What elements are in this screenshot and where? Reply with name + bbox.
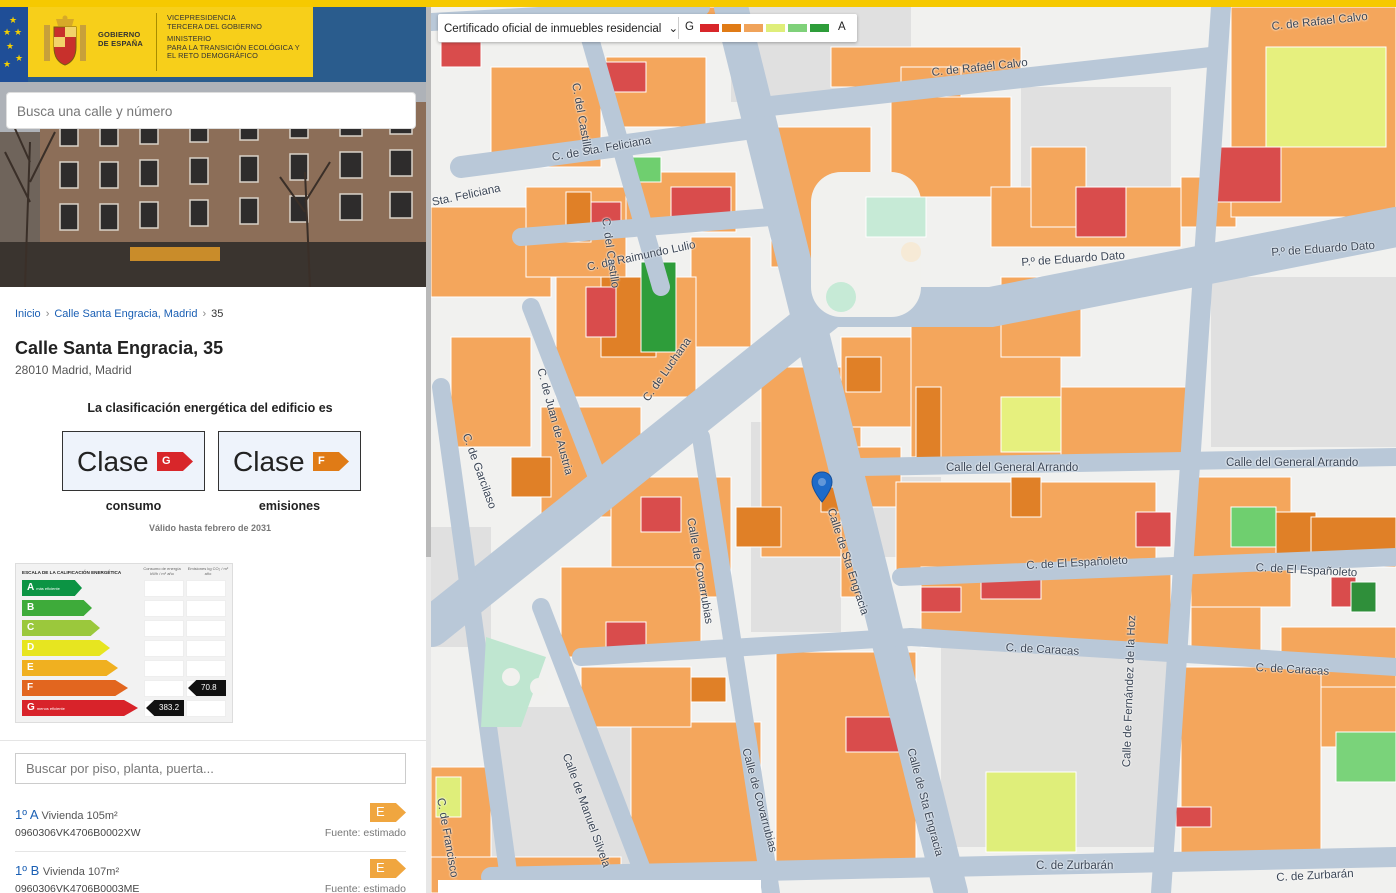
legend-swatch	[788, 24, 807, 32]
scale-bar-a: Amás eficiente	[22, 580, 82, 596]
chevron-down-icon: ⌄	[668, 23, 679, 35]
legend-swatch	[700, 24, 719, 32]
map-legend: Certificado oficial de inmuebles residen…	[438, 14, 857, 42]
unit-list-item[interactable]: 1º B Vivienda 107m² 0960306VK4706B0003ME…	[15, 859, 406, 893]
breadcrumb-street-link[interactable]: Calle Santa Engracia, Madrid	[54, 308, 197, 320]
scale-bar-c: C	[22, 620, 100, 636]
legend-swatch	[744, 24, 763, 32]
floor-search-input[interactable]: Buscar por piso, planta, puerta...	[15, 753, 406, 784]
legend-swatch	[722, 24, 741, 32]
eu-flag-icon: ★ ★ ★ ★ ★ ★	[0, 7, 28, 82]
map-canvas[interactable]: C. de Rafael Calvo C. de Rafaél Calvo C. d…	[431, 7, 1396, 893]
street-label: C. de Zurbarán	[1036, 860, 1114, 872]
consumption-class-badge: G	[157, 452, 193, 471]
government-logo[interactable]: GOBIERNO DE ESPAÑA VICEPRESIDENCIA TERCERA…	[28, 7, 313, 77]
address-title: Calle Santa Engracia, 35	[15, 338, 224, 358]
chevron-right-icon: ›	[202, 308, 207, 320]
energy-scale-label: ESCALA DE LA CALIFICACIÓN ENERGÉTICA Con…	[15, 563, 233, 723]
unit-rating-badge: E	[370, 803, 406, 822]
scale-bar-b: B	[22, 600, 92, 616]
address-subtitle: 28010 Madrid, Madrid	[15, 363, 132, 377]
scale-bar-d: D	[22, 640, 110, 656]
breadcrumb-home-link[interactable]: Inicio	[15, 308, 41, 320]
legend-swatch	[766, 24, 785, 32]
consumption-class-card: Clase G	[62, 431, 205, 491]
government-header: ★ ★ ★ ★ ★ ★ GOBIERNO DE ESPAÑA VICEPRESIDENCI…	[0, 7, 426, 82]
classification-heading: La clasificación energética del edificio…	[87, 401, 333, 415]
street-search-input[interactable]: Busca una calle y número	[6, 92, 416, 129]
street-label: Calle del General Arrando	[946, 462, 1079, 474]
scale-bar-f: F	[22, 680, 128, 696]
info-panel: ★ ★ ★ ★ ★ ★ GOBIERNO DE ESPAÑA VICEPRESIDENCI…	[0, 7, 426, 893]
chevron-right-icon: ›	[45, 308, 50, 320]
emissions-label: emisiones	[258, 499, 321, 513]
emissions-class-card: Clase F	[218, 431, 361, 491]
scale-bar-g: Gmenos eficiente	[22, 700, 138, 716]
emissions-class-badge: F	[313, 452, 349, 471]
legend-swatch	[810, 24, 829, 32]
scale-bar-e: E	[22, 660, 118, 676]
coat-of-arms-icon	[44, 15, 86, 66]
layer-select[interactable]: Certificado oficial de inmuebles residen…	[444, 21, 678, 35]
consumption-label: consumo	[105, 499, 162, 513]
breadcrumb: Inicio › Calle Santa Engracia, Madrid › 35	[15, 308, 223, 320]
breadcrumb-current: 35	[211, 308, 224, 320]
validity-note: Válido hasta febrero de 2031	[148, 523, 272, 533]
street-label: Calle del General Arrando	[1226, 457, 1359, 469]
legend-high-label: A	[838, 21, 846, 33]
unit-list-item[interactable]: 1º A Vivienda 105m² 0960306VK4706B0002XW…	[15, 803, 406, 851]
legend-low-label: G	[685, 21, 694, 33]
location-pin-icon[interactable]	[811, 471, 833, 503]
ministry-name: VICEPRESIDENCIA TERCERA DEL GOBIERNO MINI…	[167, 13, 300, 61]
map-attribution-strip	[438, 880, 761, 893]
government-name: GOBIERNO DE ESPAÑA	[98, 30, 144, 48]
top-accent-bar	[0, 0, 1396, 7]
unit-rating-badge: E	[370, 859, 406, 878]
